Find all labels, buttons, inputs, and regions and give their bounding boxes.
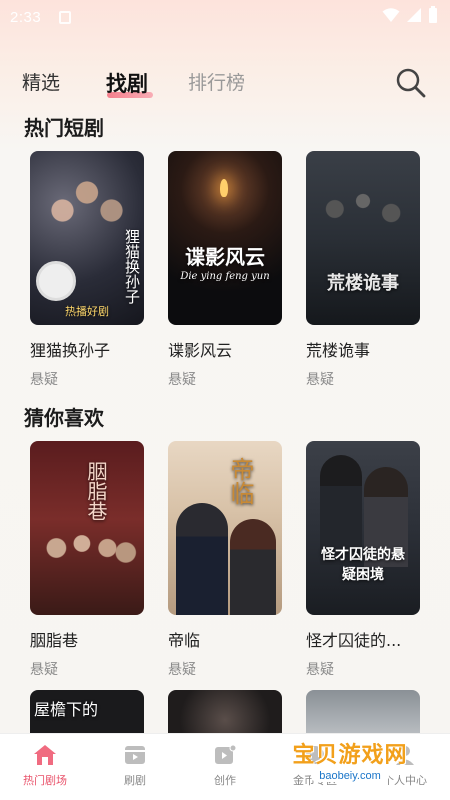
status-time: 2:33 [10,8,42,26]
drama-card[interactable]: 胭脂巷 胭脂巷 悬疑 [30,441,144,679]
wifi-icon [382,8,400,22]
drama-title: 怪才囚徒的... [306,631,402,650]
section-title-guess: 猜你喜欢 [24,406,104,430]
drama-genre: 悬疑 [306,662,334,678]
drama-card[interactable]: 谍影风云 Die ying feng yun 谍影风云 悬疑 [168,151,282,389]
film-icon [125,746,145,764]
poster-title-text: 怪才囚徒的悬疑困境 [321,547,405,583]
drama-poster[interactable]: 怪才囚徒的悬疑困境 [306,441,420,615]
drama-poster[interactable]: 荒楼诡事 [306,151,420,325]
poster-subtitle-text: Die ying feng yun [180,271,270,282]
nav-label: 创作 [214,774,236,787]
watermark-text: 宝贝游戏网 [292,742,408,768]
drama-card[interactable]: 怪才囚徒的悬疑困境 怪才囚徒的... 悬疑 [306,441,420,679]
poster-title-text: 狸猫换孙子 [123,228,141,304]
status-bar: 2:33 [0,0,450,34]
drama-card[interactable]: 荒楼诡事 荒楼诡事 悬疑 [306,151,420,389]
poster-title-text: 帝临 [226,457,254,505]
tab-find-drama[interactable]: 找剧 [106,68,148,98]
notification-icon [59,10,72,24]
drama-card[interactable]: 狸猫换孙子 热播好剧 狸猫换孙子 悬疑 [30,151,144,389]
search-icon[interactable] [394,66,428,100]
create-icon [215,744,237,764]
drama-title: 帝临 [168,631,201,650]
nav-create[interactable]: 创作 [180,734,270,800]
drama-poster[interactable]: 胭脂巷 [30,441,144,615]
drama-title: 荒楼诡事 [306,341,371,360]
poster-title-text: 谍影风云 [185,245,265,269]
nav-theater[interactable]: 热门剧场 [0,734,90,800]
drama-genre: 悬疑 [30,662,58,678]
battery-icon [429,6,437,23]
watermark-url: baobeiy.com [311,769,389,782]
drama-poster[interactable]: 狸猫换孙子 热播好剧 [30,151,144,325]
tab-featured[interactable]: 精选 [22,68,60,95]
drama-title: 谍影风云 [168,341,233,360]
status-indicators [382,6,438,24]
drama-title: 狸猫换孙子 [30,341,111,360]
drama-genre: 悬疑 [168,662,196,678]
tab-ranking[interactable]: 排行榜 [188,68,245,95]
drama-genre: 悬疑 [306,372,334,388]
nav-label: 刷剧 [124,774,146,787]
drama-poster[interactable]: 谍影风云 Die ying feng yun [168,151,282,325]
drama-card[interactable]: 帝临 帝临 悬疑 [168,441,282,679]
home-icon [34,745,56,765]
nav-watch[interactable]: 刷剧 [90,734,180,800]
section-title-hot: 热门短剧 [24,116,104,140]
poster-title-text: 屋檐下的 [34,700,99,719]
poster-title-text: 荒楼诡事 [327,273,399,294]
top-nav: 精选 找剧 排行榜 [0,60,450,104]
drama-poster[interactable]: 帝临 [168,441,282,615]
drama-genre: 悬疑 [30,372,58,388]
watermark-logo: 宝贝游戏网 baobeiy.com [280,728,420,790]
poster-banner-text: 热播好剧 [65,305,109,318]
drama-title: 胭脂巷 [30,631,79,650]
drama-genre: 悬疑 [168,372,196,388]
nav-label: 热门剧场 [23,774,67,787]
signal-icon [407,8,421,22]
poster-title-text: 胭脂巷 [84,461,108,521]
